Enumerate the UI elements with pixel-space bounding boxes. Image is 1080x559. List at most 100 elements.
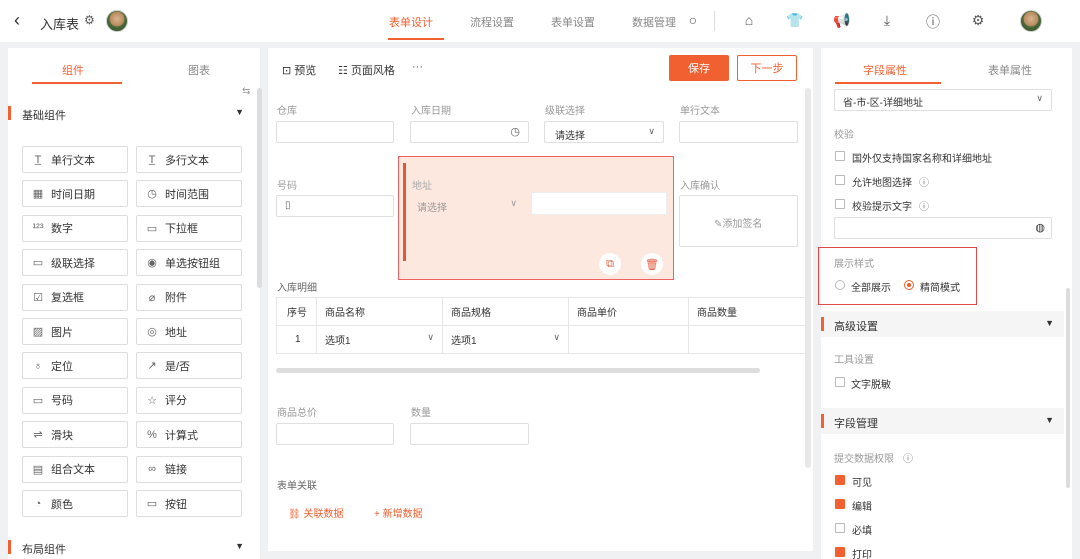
preview-button[interactable]: ⊡ 预览 (282, 62, 316, 78)
cascade-select[interactable]: 请选择 ∨ (544, 121, 664, 143)
component-label: 号码 (51, 395, 73, 408)
tab-data-management[interactable]: 数据管理 (632, 14, 676, 30)
component-item[interactable]: ▭ 下拉框 (136, 214, 242, 242)
more-button[interactable]: ··· (412, 61, 423, 73)
component-item[interactable]: T̲ 多行文本 (136, 146, 242, 173)
field-label-address: 地址 (412, 181, 432, 192)
component-item[interactable]: ⌀ 附件 (136, 283, 242, 311)
tab-form-settings[interactable]: 表单设置 (551, 14, 595, 30)
component-label: 单行文本 (51, 154, 95, 167)
component-icon: ☑ (33, 291, 43, 304)
component-item[interactable]: ▤ 组合文本 (22, 455, 128, 483)
quantity-input[interactable] (410, 423, 529, 445)
checkbox-visible[interactable] (835, 475, 845, 485)
table-cell-select[interactable]: 选项1 ∨ (316, 325, 443, 354)
copy-icon[interactable]: ⧉ (599, 253, 621, 275)
help-icon[interactable]: ⓘ (923, 12, 943, 32)
checkbox[interactable] (835, 151, 845, 161)
component-item[interactable]: ◉ 单选按钮组 (136, 249, 242, 277)
radio-full[interactable] (835, 280, 845, 290)
checkbox[interactable] (835, 175, 845, 185)
checkbox-label: 允许地图选择 (852, 178, 912, 189)
gear-icon[interactable]: ⚙ (968, 12, 988, 29)
page-style-button[interactable]: ☷ 页面风格 (338, 62, 395, 78)
component-item[interactable]: ▦ 时间日期 (22, 180, 128, 208)
info-icon[interactable]: ⓘ (919, 198, 929, 213)
validate-tip-input[interactable]: ◍ (834, 217, 1052, 239)
address-detail-input[interactable] (531, 192, 667, 215)
caret-down-icon: ▼ (235, 541, 244, 551)
total-price-input[interactable] (276, 423, 394, 445)
table-cell-select[interactable]: 选项1 ∨ (442, 325, 569, 354)
component-item[interactable]: ◎ 地址 (136, 318, 242, 345)
tab-process-settings[interactable]: 流程设置 (470, 14, 514, 30)
address-field-selected[interactable]: 地址 请选择 ∨ ⧉ 🗑 (398, 156, 674, 280)
component-item[interactable]: ⇌ 滑块 (22, 421, 128, 449)
component-label: 多行文本 (165, 154, 209, 167)
component-item[interactable]: ☆ 评分 (136, 386, 242, 414)
component-icon: ☆ (147, 394, 157, 407)
component-item[interactable]: ∞ 链接 (136, 455, 242, 483)
in-date-input[interactable]: ◷ (410, 121, 529, 143)
info-icon[interactable]: ⓘ (903, 450, 913, 465)
next-step-button[interactable]: 下一步 (737, 55, 797, 81)
shirt-icon[interactable]: 👕 (785, 12, 805, 29)
component-item[interactable]: ▭ 按钮 (136, 490, 242, 517)
table-cell (568, 325, 689, 354)
back-icon[interactable]: ‹ (14, 10, 20, 31)
checkbox-print[interactable] (835, 547, 845, 557)
component-label: 附件 (165, 292, 187, 305)
warehouse-input[interactable] (276, 121, 394, 143)
component-item[interactable]: ☑ 复选框 (22, 283, 128, 311)
avatar[interactable] (106, 10, 128, 32)
component-item[interactable]: ¹²³ 数字 (22, 214, 128, 242)
info-icon[interactable]: ⓘ (919, 174, 929, 189)
component-icon: ▭ (32, 257, 44, 270)
settings-icon[interactable]: ⚙ (84, 13, 95, 27)
component-item[interactable]: ▭ 级联选择 (22, 249, 128, 277)
checkbox-required[interactable] (835, 523, 845, 533)
tab-charts[interactable]: 图表 (188, 62, 210, 78)
tab-components[interactable]: 组件 (62, 62, 84, 78)
checkbox-edit[interactable] (835, 499, 845, 509)
tab-form-design[interactable]: 表单设计 (389, 14, 433, 30)
section-field-management[interactable]: 字段管理 ▼ (821, 408, 1064, 434)
component-item[interactable]: ▭ 号码 (22, 386, 128, 414)
scrollbar[interactable] (257, 88, 262, 288)
component-item[interactable]: ▨ 图片 (22, 318, 128, 345)
add-data-button[interactable]: + 新增数据 (374, 505, 423, 520)
field-label-single-text: 单行文本 (680, 106, 720, 117)
collapse-icon[interactable]: ⇆ (242, 86, 250, 97)
panel-scrollbar[interactable] (1066, 288, 1070, 488)
link-data-button[interactable]: ⛓ 关联数据 (288, 505, 343, 520)
address-format-select[interactable]: 省-市-区-详细地址 ∨ (834, 89, 1052, 111)
search-icon[interactable]: ○ (683, 12, 703, 28)
component-item[interactable]: ◔ 颜色 (22, 490, 128, 517)
group-basic[interactable]: 基础组件 ▼ (8, 100, 254, 126)
single-text-input[interactable] (679, 121, 798, 143)
user-avatar[interactable] (1020, 10, 1042, 32)
group-layout[interactable]: 布局组件 ▼ (8, 534, 254, 559)
address-select[interactable]: 请选择 ∨ (412, 195, 525, 217)
component-item[interactable]: % 计算式 (136, 421, 242, 449)
home-icon[interactable]: ⌂ (739, 12, 759, 28)
component-item[interactable]: T̲ 单行文本 (22, 146, 128, 173)
table-scrollbar[interactable] (276, 368, 760, 373)
checkbox[interactable] (835, 199, 845, 209)
megaphone-icon[interactable]: 📢 (832, 12, 852, 29)
tab-field-properties[interactable]: 字段属性 (863, 62, 907, 78)
component-label: 下拉框 (165, 223, 198, 236)
component-item[interactable]: ↗ 是/否 (136, 352, 242, 380)
download-icon[interactable]: ⤓ (877, 12, 897, 29)
component-item[interactable]: ◷ 时间范围 (136, 180, 242, 208)
component-item[interactable]: ♁ 定位 (22, 352, 128, 380)
delete-icon[interactable]: 🗑 (641, 253, 663, 275)
tab-form-properties[interactable]: 表单属性 (988, 62, 1032, 78)
save-button[interactable]: 保存 (669, 55, 729, 81)
signature-box[interactable]: ✎添加签名 (679, 195, 798, 247)
section-advanced[interactable]: 高级设置 ▼ (821, 311, 1064, 337)
number-input[interactable]: ▯ (276, 195, 394, 217)
radio-compact[interactable] (904, 280, 914, 290)
canvas-scrollbar[interactable] (805, 88, 811, 468)
checkbox[interactable] (835, 377, 845, 387)
